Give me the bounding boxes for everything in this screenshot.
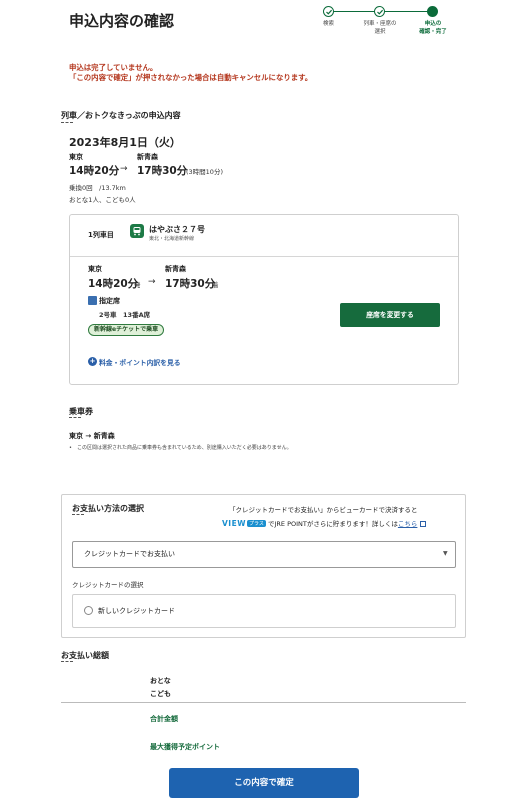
heading-underline (61, 122, 73, 124)
view-card-promo-line1: 「クレジットカードでお支払い」からビューカードで決済すると (229, 506, 418, 514)
change-seat-button[interactable]: 座席を変更する (340, 303, 440, 327)
view-card-promo-line2: VIEW プラス でJRE POINTがさらに貯まります！詳しくはこちら (222, 518, 427, 528)
transfer-info: 乗換0回 /13.7km (69, 184, 126, 192)
leg-to-station: 新青森 (165, 265, 186, 273)
train-name: はやぶさ２７号 (149, 225, 205, 234)
fare-points-breakdown-link[interactable]: 料金・ポイント内訳を見る (99, 357, 181, 367)
totals-divider (61, 702, 466, 703)
external-link-icon (420, 521, 427, 527)
passenger-count: おとな1人、こども0人 (69, 196, 136, 204)
ticket-heading: 乗車券 (69, 407, 93, 416)
credit-card-select-label: クレジットカードの選択 (72, 581, 144, 589)
travel-date: 2023年8月1日（火） (69, 136, 181, 149)
promo-details-link[interactable]: こちら (398, 520, 418, 528)
payment-heading: お支払い方法の選択 (72, 504, 144, 513)
summary-depart-time: 14時20分 (69, 165, 120, 177)
ticket-route: 東京 → 新青森 (69, 432, 115, 440)
step-done-icon (323, 6, 334, 17)
summary-to-station: 新青森 (137, 153, 158, 161)
max-points-label: 最大獲得予定ポイント (150, 743, 220, 751)
eticket-badge: 新幹線eチケットで乗車 (88, 324, 165, 336)
reserved-seat-icon (88, 296, 97, 305)
train-line-name: 東北・北海道新幹線 (149, 236, 195, 242)
totals-heading: お支払い総額 (61, 651, 109, 660)
new-card-label: 新しいクレジットカード (98, 607, 175, 615)
payment-method-selected-value: クレジットカードでお支払い (84, 550, 175, 558)
seat-type: 指定席 (99, 297, 120, 305)
leg-label: 1列車目 (88, 231, 114, 239)
leg-from-station: 東京 (88, 265, 102, 273)
total-amount-label: 合計金額 (150, 715, 178, 723)
heading-underline (72, 514, 84, 516)
train-icon (130, 224, 144, 238)
seat-detail: 2号車 13番A席 (99, 311, 151, 319)
heading-underline (61, 661, 73, 663)
card-divider (70, 256, 458, 257)
leg-arrive-suffix: 着 (212, 281, 219, 289)
adult-fare-label: おとな (150, 677, 171, 685)
warning-line-2: 「この内容で確定」が押されなかった場合は自動キャンセルになります。 (69, 73, 313, 82)
summary-arrive-time: 17時30分 (137, 165, 188, 177)
heading-underline (69, 417, 81, 419)
step-current-icon (427, 6, 438, 17)
step-label-search: 検索 (322, 21, 334, 27)
application-heading: 列車／おトクなきっぷの申込内容 (61, 111, 181, 120)
leg-arrive-time: 17時30分 (165, 278, 216, 290)
ticket-note: • この区間は選択された商品に乗車券も含まれているため、別途購入いただく必要はあ… (69, 445, 292, 451)
leg-depart-time: 14時20分 (88, 278, 139, 290)
expand-plus-icon[interactable]: + (88, 357, 97, 366)
new-card-radio[interactable] (84, 606, 93, 615)
view-logo: VIEW (222, 519, 246, 528)
summary-from-station: 東京 (69, 153, 83, 161)
leg-depart-suffix: 発 (134, 281, 141, 289)
summary-arrow-icon: → (120, 164, 128, 174)
step-label-train-seat: 列車・座席の 選択 (363, 21, 397, 35)
step-done-icon (374, 6, 385, 17)
summary-duration: (3時間10分) (186, 168, 223, 176)
page-title: 申込内容の確認 (69, 12, 175, 30)
confirm-button[interactable]: この内容で確定 (169, 768, 359, 798)
child-fare-label: こども (150, 690, 171, 698)
view-plus-badge: プラス (247, 520, 266, 527)
step-label-confirm: 申込の 確認・完了 (419, 21, 447, 35)
leg-arrow-icon: → (148, 277, 156, 287)
chevron-down-icon: ▼ (443, 550, 448, 557)
